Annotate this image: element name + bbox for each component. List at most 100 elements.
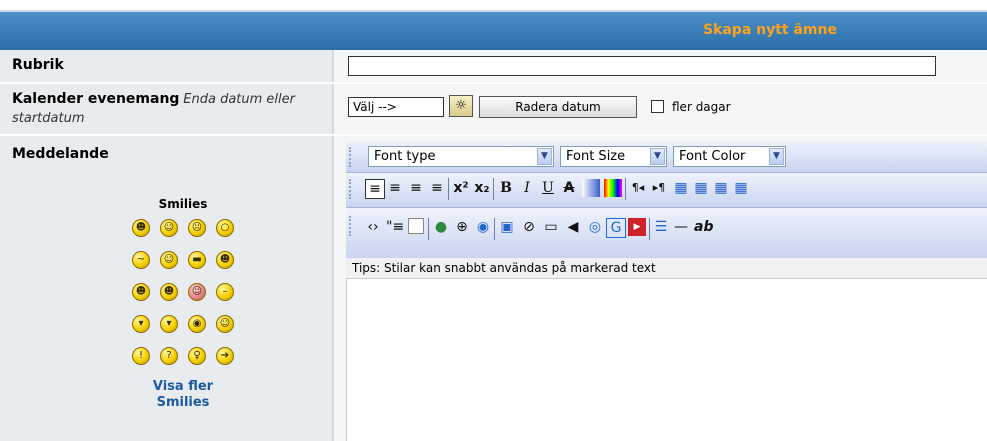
multi-days-label: fler dagar <box>672 100 731 114</box>
quote-icon[interactable]: "≡ <box>386 218 404 236</box>
toolbar-grip-icon[interactable] <box>349 216 353 236</box>
image-icon[interactable]: ▣ <box>498 218 516 236</box>
calendar-value-cell: ☼ Radera datum fler dagar <box>334 84 987 134</box>
font-style-icon[interactable]: ab <box>694 218 713 236</box>
smiley-cool-icon[interactable]: ☺ <box>160 251 178 269</box>
link-icon[interactable]: ◉ <box>474 218 492 236</box>
tips-text: Tips: Stilar kan snabbt användas på mark… <box>346 258 987 279</box>
message-label: Meddelande <box>12 146 109 162</box>
google-icon[interactable]: G <box>606 218 626 238</box>
calendar-label-cell: Kalender evenemang Enda datum eller star… <box>0 84 334 134</box>
font-type-select[interactable]: Font type ▼ <box>368 146 554 167</box>
audio-icon[interactable]: ◀ <box>564 218 582 236</box>
message-editor[interactable] <box>346 279 987 441</box>
smiley-sad-icon[interactable]: ☹ <box>188 219 206 237</box>
rubrik-row: Rubrik <box>0 50 987 82</box>
user-icon[interactable]: ● <box>432 218 450 236</box>
more-smilies-line1[interactable]: Visa fler <box>108 379 258 395</box>
more-smilies-line2[interactable]: Smilies <box>108 395 258 411</box>
background-color-icon[interactable] <box>582 179 600 197</box>
subject-input[interactable] <box>348 56 936 76</box>
superscript-icon[interactable]: x² <box>452 179 470 197</box>
flash-icon[interactable]: ⊘ <box>520 218 538 236</box>
smiley-confused-icon[interactable]: ~ <box>132 251 150 269</box>
smiley-embarrassed-icon[interactable]: ☺ <box>188 283 206 301</box>
smiley-grin-icon[interactable]: ☻ <box>132 219 150 237</box>
toolbar-grip-icon[interactable] <box>349 179 353 199</box>
smiley-exclaim-icon[interactable]: ! <box>132 347 150 365</box>
box-icon[interactable] <box>408 218 424 234</box>
chevron-down-icon: ▼ <box>537 148 552 165</box>
subscript-icon[interactable]: x₂ <box>473 179 491 197</box>
smiley-laugh-icon[interactable]: ☻ <box>216 251 234 269</box>
smiley-smile-icon[interactable]: ☺ <box>160 219 178 237</box>
italic-icon[interactable]: I <box>518 179 536 197</box>
smiley-neutral-icon[interactable]: – <box>216 283 234 301</box>
font-color-value: Font Color <box>679 149 746 164</box>
smiley-surprised-icon[interactable]: ○ <box>216 219 234 237</box>
rubrik-value-cell <box>334 50 987 82</box>
rtl-icon[interactable]: ¶◂ <box>629 179 647 197</box>
font-size-select[interactable]: Font Size ▼ <box>560 146 667 167</box>
smiley-twisted-icon[interactable]: ▾ <box>160 315 178 333</box>
multi-days-checkbox[interactable] <box>651 100 664 113</box>
insert-table-icon[interactable]: ▦ <box>672 179 690 197</box>
table-row-icon[interactable]: ▦ <box>692 179 710 197</box>
bold-icon[interactable]: B <box>497 179 515 197</box>
rubrik-label: Rubrik <box>12 57 64 73</box>
smiley-rolleyes-icon[interactable]: ◉ <box>188 315 206 333</box>
toolbar-fonts: Font type ▼ Font Size ▼ Font Color ▼ <box>346 141 987 173</box>
smiley-arrow-icon[interactable]: ➔ <box>216 347 234 365</box>
horizontal-rule-icon[interactable]: — <box>672 218 690 236</box>
font-color-select[interactable]: Font Color ▼ <box>673 146 786 167</box>
smiley-mad-icon[interactable]: ☻ <box>160 283 178 301</box>
ltr-icon[interactable]: ▸¶ <box>650 179 668 197</box>
toolbar-grip-icon[interactable] <box>349 147 353 167</box>
font-type-value: Font type <box>374 149 436 164</box>
smiley-shades-icon[interactable]: ▬ <box>188 251 206 269</box>
table-col-icon[interactable]: ▦ <box>712 179 730 197</box>
align-justify-icon[interactable]: ≡ <box>428 179 446 197</box>
smiley-evil-icon[interactable]: ▾ <box>132 315 150 333</box>
strikethrough-icon[interactable]: A <box>560 179 578 197</box>
youtube-icon[interactable]: ▶ <box>628 218 646 236</box>
code-icon[interactable]: ‹› <box>364 218 382 236</box>
smiley-wink-icon[interactable]: ☺ <box>216 315 234 333</box>
separator <box>625 178 626 200</box>
smilies-heading: Smilies <box>158 197 208 211</box>
smiley-idea-icon[interactable]: ♀ <box>188 347 206 365</box>
rubrik-label-cell: Rubrik <box>0 50 334 82</box>
align-right-icon[interactable]: ≡ <box>407 179 425 197</box>
video-icon[interactable]: ▭ <box>542 218 560 236</box>
separator <box>493 178 494 200</box>
calendar-row: Kalender evenemang Enda datum eller star… <box>0 84 987 134</box>
wiki-icon[interactable]: ◎ <box>586 218 604 236</box>
align-center-icon[interactable]: ≡ <box>386 179 404 197</box>
smiley-razz-icon[interactable]: ☻ <box>132 283 150 301</box>
calendar-icon[interactable]: ☼ <box>449 95 473 117</box>
align-left-icon[interactable]: ≡ <box>365 179 385 199</box>
page-title: Skapa nytt ämne <box>702 22 837 38</box>
more-smilies-link[interactable]: Visa fler Smilies <box>108 379 258 411</box>
text-color-icon[interactable] <box>604 179 622 197</box>
list-icon[interactable]: ☰ <box>652 218 670 236</box>
toolbar-format: ≡ ≡ ≡ ≡ x² x₂ B I U A ¶◂ ▸¶ ▦ ▦ ▦ ▦ <box>346 173 987 208</box>
separator <box>494 218 495 240</box>
toolbar-insert: ‹› "≡ ● ⊕ ◉ ▣ ⊘ ▭ ◀ ◎ G ▶ ☰ — ab <box>346 208 987 259</box>
separator <box>448 178 449 200</box>
smilies-row: ☻ ☻ ☺ – <box>108 283 258 301</box>
smilies-panel: Smilies ☻ ☺ ☹ ○ ~ ☺ ▬ ☻ ☻ ☻ ☺ – ▾ ▾ ◉ ☺ … <box>108 197 258 411</box>
smilies-row: ☻ ☺ ☹ ○ <box>108 219 258 237</box>
underline-icon[interactable]: U <box>539 179 557 197</box>
header-bar: Skapa nytt ämne <box>0 10 987 50</box>
font-size-value: Font Size <box>566 149 626 164</box>
smiley-question-icon[interactable]: ? <box>160 347 178 365</box>
separator <box>428 218 429 240</box>
clear-date-button[interactable]: Radera datum <box>479 96 637 118</box>
table-delete-icon[interactable]: ▦ <box>732 179 750 197</box>
page: Skapa nytt ämne Rubrik Kalender eveneman… <box>0 0 987 441</box>
date-field[interactable] <box>348 97 444 117</box>
attach-icon[interactable]: ⊕ <box>453 218 471 236</box>
chevron-down-icon: ▼ <box>769 148 784 165</box>
smilies-row: ~ ☺ ▬ ☻ <box>108 251 258 269</box>
